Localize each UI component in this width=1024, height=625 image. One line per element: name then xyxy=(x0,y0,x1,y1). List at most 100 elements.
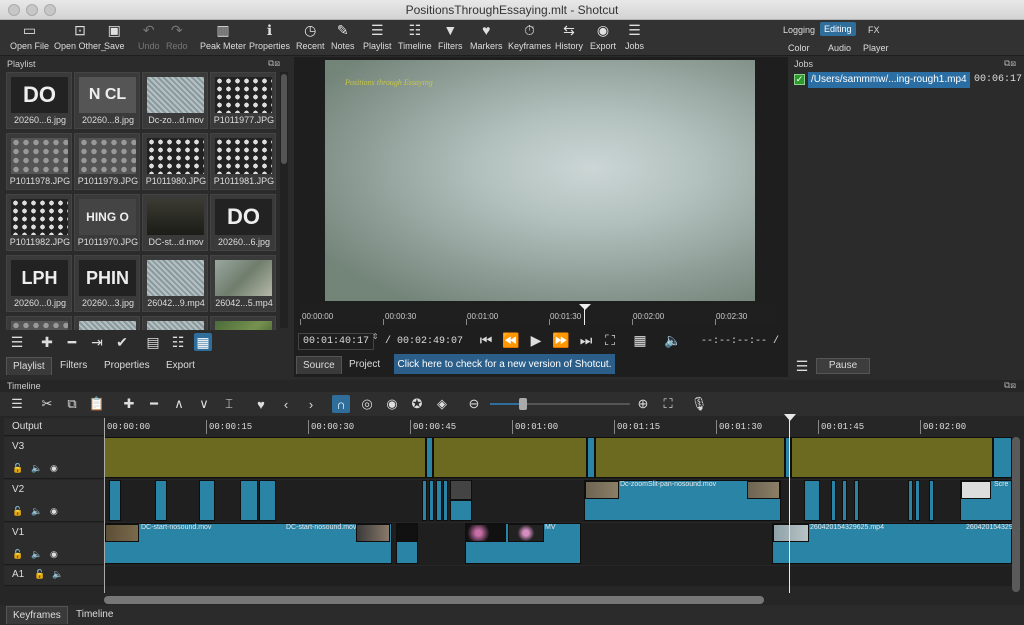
overwrite-icon[interactable]: ∨ xyxy=(195,395,213,413)
playlist-item[interactable] xyxy=(6,316,72,330)
v2-clip[interactable] xyxy=(915,480,920,521)
v3-clip[interactable] xyxy=(791,437,993,478)
tab-source[interactable]: Source xyxy=(296,356,342,374)
v2-clip[interactable] xyxy=(240,480,258,521)
ripple-markers-icon[interactable]: ◈ xyxy=(433,395,451,413)
v2-clip[interactable] xyxy=(199,480,215,521)
skip-next-icon[interactable]: ⏭ xyxy=(577,331,595,349)
playlist-item[interactable]: 26042...9.mp4 xyxy=(142,255,208,312)
lift-icon[interactable]: ∧ xyxy=(170,395,188,413)
playlist-item[interactable]: P1011979.JPG xyxy=(74,133,140,190)
marker-add-icon[interactable]: ♥ xyxy=(252,395,270,413)
lock-icon[interactable]: 🔓 xyxy=(12,506,23,517)
skip-previous-icon[interactable]: ⏮ xyxy=(477,331,495,349)
v3-clip[interactable] xyxy=(426,437,433,478)
v2-clip[interactable] xyxy=(804,480,820,521)
grid-icon[interactable]: ▦ xyxy=(631,331,649,349)
snap-magnet-icon[interactable]: ∩ xyxy=(332,395,350,413)
track-v3[interactable] xyxy=(104,437,1012,479)
timeline-playhead[interactable] xyxy=(789,418,790,593)
v2-clip[interactable] xyxy=(436,480,442,521)
v3-clip[interactable] xyxy=(587,437,595,478)
redo-button[interactable]: ↷ Redo xyxy=(166,22,188,54)
tab-properties[interactable]: Properties xyxy=(98,357,156,375)
mute-icon[interactable]: 🔈 xyxy=(31,506,42,517)
save-button[interactable]: ▣ Save xyxy=(104,22,125,54)
export-button[interactable]: ◉ Export xyxy=(590,22,616,54)
track-header-v2[interactable]: V2 🔓 🔈 ◉ xyxy=(4,480,104,522)
peak-meter-button[interactable]: ▥ Peak Meter xyxy=(200,22,246,54)
track-v2[interactable]: Dc-zoomSlit-pan-nosound.mov Scre xyxy=(104,480,1012,522)
keyframes-button[interactable]: ⏱ Keyframes xyxy=(508,22,551,54)
cut-icon[interactable]: ✂ xyxy=(38,395,56,413)
zoom-in-icon[interactable]: ⊕ xyxy=(634,395,652,413)
properties-button[interactable]: ℹ Properties xyxy=(249,22,290,54)
job-item-path[interactable]: /Users/sammmw/...ing-rough1.mp4 xyxy=(808,72,970,88)
v3-clip[interactable] xyxy=(104,437,426,478)
v3-clip[interactable] xyxy=(595,437,785,478)
v2-clip[interactable] xyxy=(109,480,121,521)
notes-button[interactable]: ✎ Notes xyxy=(331,22,355,54)
append-icon[interactable]: ✚ xyxy=(120,395,138,413)
tab-keyframes[interactable]: Keyframes xyxy=(6,606,68,624)
tab-export[interactable]: Export xyxy=(160,357,201,375)
mute-icon[interactable]: 🔈 xyxy=(31,463,42,474)
workspace-color[interactable]: Color xyxy=(784,41,814,55)
workspace-fx[interactable]: FX xyxy=(864,23,884,37)
copy-icon[interactable]: ⧉ xyxy=(63,395,81,413)
v2-clip[interactable] xyxy=(842,480,847,521)
float-close-icon[interactable]: ⧉⊠ xyxy=(268,58,280,69)
playlist-item[interactable]: P1011980.JPG xyxy=(142,133,208,190)
playlist-item[interactable]: 26042...5.mp4 xyxy=(210,255,276,312)
job-done-checkbox[interactable]: ✓ xyxy=(794,74,805,85)
rewind-icon[interactable]: ⏪ xyxy=(502,331,520,349)
playlist-item[interactable]: P1011978.JPG xyxy=(6,133,72,190)
previous-marker-icon[interactable]: ‹ xyxy=(277,395,295,413)
v2-clip[interactable] xyxy=(908,480,913,521)
track-v1[interactable]: DC-start-nosound.mov DC-start-nosound.mo… xyxy=(104,523,1021,565)
workspace-logging[interactable]: Logging xyxy=(779,23,819,37)
lock-icon[interactable]: 🔓 xyxy=(12,463,23,474)
eye-icon[interactable]: ◉ xyxy=(50,463,58,474)
v2-clip[interactable] xyxy=(155,480,167,521)
timeline-playhead-marker[interactable] xyxy=(784,414,796,421)
timeline-button[interactable]: ☷ Timeline xyxy=(398,22,432,54)
tab-project[interactable]: Project xyxy=(343,356,386,374)
scrub-eye-icon[interactable]: ◎ xyxy=(358,395,376,413)
playlist-item[interactable]: DO 20260...6.jpg xyxy=(210,194,276,251)
lock-icon[interactable]: 🔓 xyxy=(12,549,23,560)
timeline-float-close-icon[interactable]: ⧉⊠ xyxy=(1004,380,1016,391)
workspace-player[interactable]: Player xyxy=(859,41,893,55)
v2-clip[interactable] xyxy=(443,480,448,521)
workspace-audio[interactable]: Audio xyxy=(824,41,855,55)
playlist-item[interactable]: P1011982.JPG xyxy=(6,194,72,251)
undo-button[interactable]: ↶ Undo xyxy=(138,22,160,54)
tab-filters[interactable]: Filters xyxy=(54,357,93,375)
markers-button[interactable]: ♥ Markers xyxy=(470,22,503,54)
v2-clip[interactable] xyxy=(831,480,836,521)
playlist-item[interactable]: DC-st...d.mov xyxy=(142,194,208,251)
current-timecode[interactable]: 00:01:40:17 xyxy=(298,333,375,350)
playlist-item[interactable]: P1011977.JPG xyxy=(210,72,276,129)
zoom-fit-icon[interactable]: ⛶ xyxy=(659,395,677,413)
v3-clip[interactable] xyxy=(433,437,587,478)
paste-icon[interactable]: 📋 xyxy=(88,395,106,413)
add-icon[interactable]: ✚ xyxy=(38,333,56,351)
playlist-item[interactable] xyxy=(210,316,276,330)
playlist-item[interactable]: PHIN 20260...3.jpg xyxy=(74,255,140,312)
recent-button[interactable]: ◷ Recent xyxy=(296,22,325,54)
player-ruler[interactable]: 00:00:00 00:00:30 00:01:00 00:01:30 00:0… xyxy=(300,305,776,325)
record-audio-icon[interactable]: 🎙 xyxy=(690,395,708,413)
video-preview[interactable] xyxy=(325,60,755,301)
next-marker-icon[interactable]: › xyxy=(302,395,320,413)
open-other-button[interactable]: ⊡ Open Other_ xyxy=(54,22,106,54)
jobs-menu-icon[interactable]: ☰ xyxy=(793,357,811,375)
track-a1[interactable] xyxy=(104,566,1012,586)
ripple-delete-icon[interactable]: ━ xyxy=(145,395,163,413)
checkmark-icon[interactable]: ✔ xyxy=(113,333,131,351)
playlist-menu-icon[interactable]: ☰ xyxy=(8,333,26,351)
workspace-editing[interactable]: Editing xyxy=(820,22,856,36)
list-view-icon[interactable]: ☷ xyxy=(169,333,187,351)
volume-icon[interactable]: 🔈 xyxy=(664,331,682,349)
update-icon[interactable]: ⇥ xyxy=(88,333,106,351)
